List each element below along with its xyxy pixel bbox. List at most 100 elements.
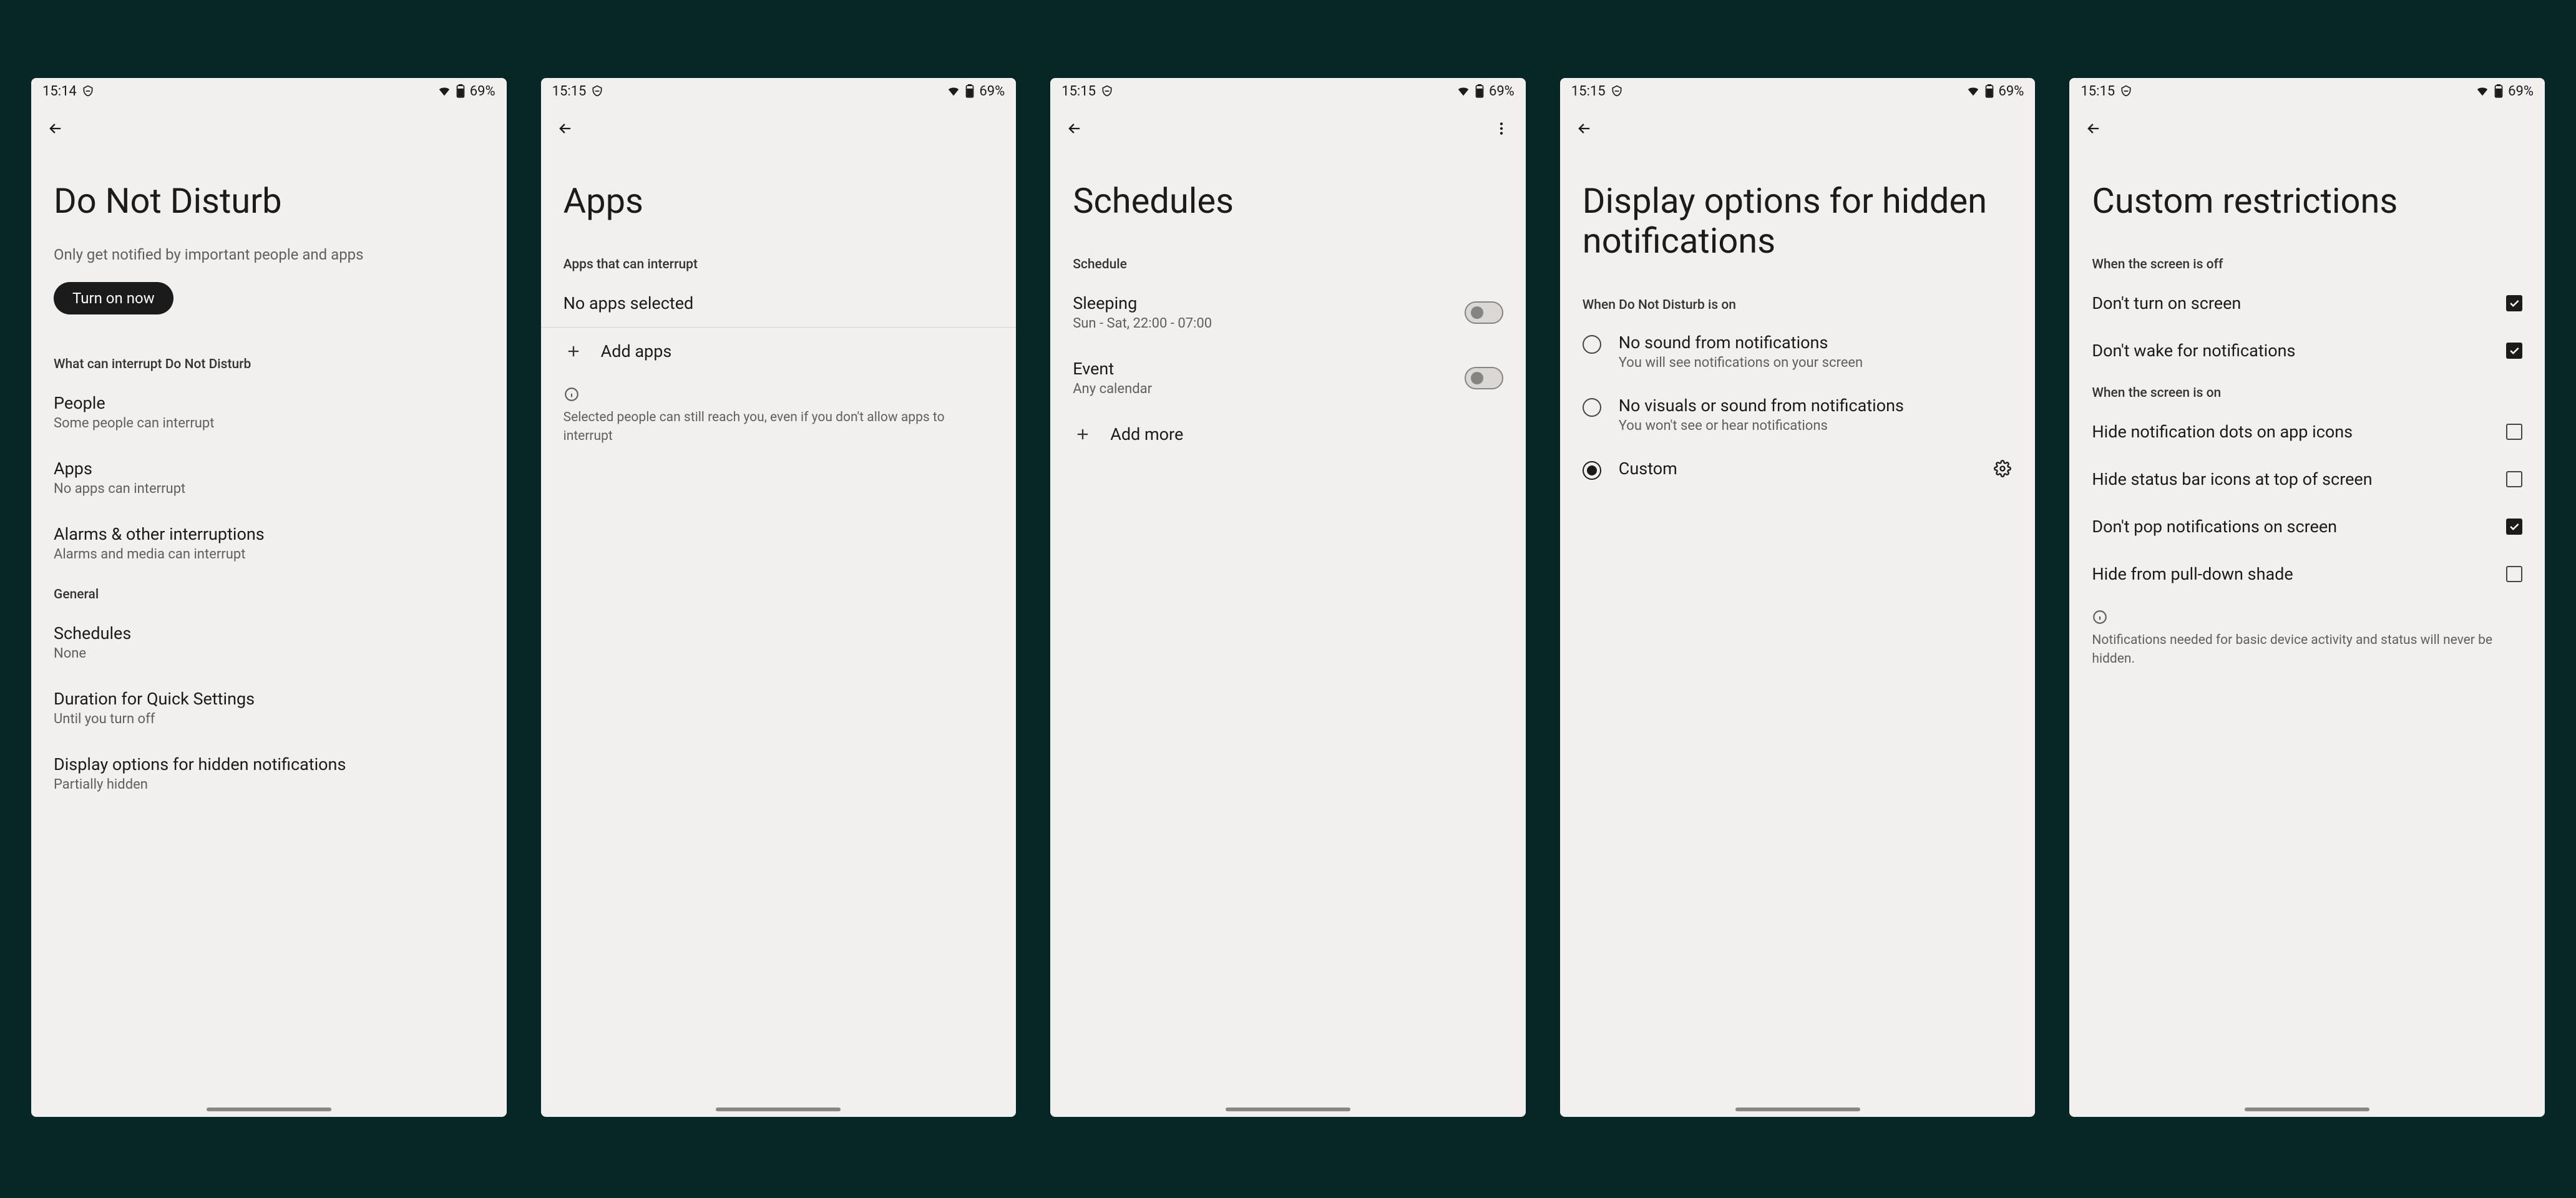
back-arrow-icon: [47, 120, 64, 137]
apps-setting-row[interactable]: Apps No apps can interrupt: [54, 445, 484, 510]
checkbox-checked-icon: [2506, 295, 2522, 311]
radio-no-visuals[interactable]: No visuals or sound from notifications Y…: [1583, 383, 2013, 446]
radio-custom[interactable]: Custom: [1583, 446, 2013, 492]
gesture-nav-bar[interactable]: [541, 1102, 1017, 1117]
radio-label: Custom: [1619, 459, 1976, 479]
checkbox-unchecked-icon: [2506, 471, 2522, 487]
screen-apps: 15:15 69% Apps Apps that can interrupt N…: [541, 78, 1017, 1117]
section-header-apps-interrupt: Apps that can interrupt: [564, 246, 994, 280]
battery-icon: [965, 84, 974, 98]
action-bar: [2069, 104, 2545, 153]
row-subtitle: Any calendar: [1073, 379, 1152, 397]
check-hide-dots[interactable]: Hide notification dots on app icons: [2092, 408, 2522, 455]
screen-do-not-disturb: 15:14 69% Do Not Disturb Only get notifi…: [31, 78, 507, 1117]
page-title: Custom restrictions: [2092, 153, 2522, 246]
row-title: Schedules: [54, 623, 484, 643]
page-title: Schedules: [1073, 153, 1503, 246]
back-arrow-icon: [557, 120, 574, 137]
row-subtitle: No apps can interrupt: [54, 479, 484, 497]
status-time: 15:15: [1571, 84, 1606, 99]
row-title: Add more: [1110, 424, 1183, 444]
section-header-screen-on: When the screen is on: [2092, 374, 2522, 408]
display-options-setting-row[interactable]: Display options for hidden notifications…: [54, 741, 484, 806]
battery-percent: 69%: [2508, 84, 2534, 99]
info-icon: [564, 375, 994, 409]
check-hide-status-icons[interactable]: Hide status bar icons at top of screen: [2092, 455, 2522, 503]
battery-percent: 69%: [1489, 84, 1515, 99]
check-label: Don't pop notifications on screen: [2092, 517, 2337, 537]
row-subtitle: Alarms and media can interrupt: [54, 544, 484, 562]
back-button[interactable]: [1061, 115, 1088, 142]
check-label: Don't wake for notifications: [2092, 341, 2295, 361]
row-title: Apps: [54, 459, 484, 479]
row-title: People: [54, 393, 484, 413]
battery-percent: 69%: [1999, 84, 2024, 99]
back-button[interactable]: [1571, 115, 1598, 142]
dnd-status-icon: [1611, 85, 1623, 97]
event-schedule-row[interactable]: Event Any calendar: [1073, 345, 1503, 411]
action-bar: [1050, 104, 1526, 153]
checkbox-checked-icon: [2506, 343, 2522, 359]
status-bar: 15:15 69%: [1560, 78, 2036, 104]
gesture-nav-bar[interactable]: [1560, 1102, 2036, 1117]
check-hide-pulldown[interactable]: Hide from pull-down shade: [2092, 550, 2522, 598]
row-title: No apps selected: [564, 293, 994, 313]
more-vert-icon: [1493, 120, 1510, 137]
battery-icon: [1985, 84, 1994, 98]
people-setting-row[interactable]: People Some people can interrupt: [54, 379, 484, 445]
radio-subtitle: You won't see or hear notifications: [1619, 416, 2013, 434]
row-title: Event: [1073, 359, 1152, 379]
plus-icon: [564, 341, 583, 361]
add-apps-row[interactable]: Add apps: [564, 328, 994, 375]
section-header-screen-off: When the screen is off: [2092, 246, 2522, 280]
gesture-nav-bar[interactable]: [1050, 1102, 1526, 1117]
event-switch[interactable]: [1465, 367, 1503, 389]
wifi-icon: [1456, 84, 1470, 98]
check-dont-turn-on-screen[interactable]: Don't turn on screen: [2092, 280, 2522, 327]
sleeping-schedule-row[interactable]: Sleeping Sun - Sat, 22:00 - 07:00: [1073, 280, 1503, 345]
turn-on-now-button[interactable]: Turn on now: [54, 282, 173, 314]
checkbox-unchecked-icon: [2506, 424, 2522, 440]
check-dont-wake[interactable]: Don't wake for notifications: [2092, 327, 2522, 374]
back-arrow-icon: [1576, 120, 1593, 137]
checkbox-checked-icon: [2506, 519, 2522, 535]
info-note-text: Notifications needed for basic device ac…: [2092, 631, 2522, 668]
radio-label: No sound from notifications: [1619, 333, 2013, 353]
status-bar: 15:15 69%: [541, 78, 1017, 104]
status-time: 15:15: [552, 84, 587, 99]
gesture-nav-bar[interactable]: [31, 1102, 507, 1117]
no-apps-selected-row[interactable]: No apps selected: [564, 280, 994, 327]
schedules-setting-row[interactable]: Schedules None: [54, 610, 484, 675]
back-arrow-icon: [1066, 120, 1083, 137]
add-more-schedule-row[interactable]: Add more: [1073, 411, 1503, 458]
dnd-status-icon: [591, 85, 603, 97]
section-header-general: General: [54, 576, 484, 610]
back-button[interactable]: [42, 115, 69, 142]
status-time: 15:15: [2081, 84, 2115, 99]
gesture-nav-bar[interactable]: [2069, 1102, 2545, 1117]
page-title: Do Not Disturb: [54, 153, 484, 246]
battery-percent: 69%: [979, 84, 1005, 99]
action-bar: [541, 104, 1017, 153]
row-title: Duration for Quick Settings: [54, 689, 484, 709]
alarms-setting-row[interactable]: Alarms & other interruptions Alarms and …: [54, 510, 484, 576]
status-bar: 15:15 69%: [1050, 78, 1526, 104]
row-subtitle: Sun - Sat, 22:00 - 07:00: [1073, 313, 1212, 331]
wifi-icon: [947, 84, 960, 98]
check-label: Hide status bar icons at top of screen: [2092, 469, 2372, 489]
check-dont-pop[interactable]: Don't pop notifications on screen: [2092, 503, 2522, 550]
status-time: 15:15: [1061, 84, 1096, 99]
radio-no-sound[interactable]: No sound from notifications You will see…: [1583, 320, 2013, 383]
back-button[interactable]: [552, 115, 578, 142]
page-subtitle: Only get notified by important people an…: [54, 246, 484, 282]
sleeping-switch[interactable]: [1465, 301, 1503, 324]
overflow-menu-button[interactable]: [1488, 115, 1515, 142]
back-arrow-icon: [2085, 120, 2102, 137]
screen-display-options: 15:15 69% Display options for hidden not…: [1560, 78, 2036, 1117]
wifi-icon: [2476, 84, 2489, 98]
row-subtitle: Partially hidden: [54, 774, 484, 792]
back-button[interactable]: [2081, 115, 2107, 142]
action-bar: [1560, 104, 2036, 153]
duration-setting-row[interactable]: Duration for Quick Settings Until you tu…: [54, 675, 484, 741]
custom-settings-button[interactable]: [1993, 459, 2012, 479]
